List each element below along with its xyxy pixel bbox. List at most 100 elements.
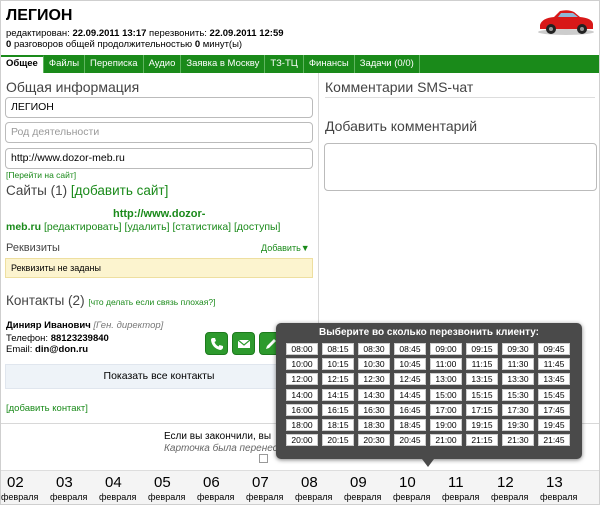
time-slot[interactable]: 20:15	[322, 434, 354, 447]
time-slot[interactable]: 16:45	[394, 403, 426, 416]
tab-correspondence[interactable]: Переписка	[85, 55, 144, 73]
time-slot[interactable]: 17:15	[466, 403, 498, 416]
time-slot[interactable]: 15:00	[430, 388, 462, 401]
time-slot[interactable]: 18:00	[286, 419, 318, 431]
edit-meta: редактирован: 22.09.2011 13:17 перезвони…	[6, 28, 284, 39]
time-slot[interactable]: 10:45	[394, 358, 426, 371]
add-site-link[interactable]: [добавить сайт]	[71, 183, 168, 198]
tab-files[interactable]: Файлы	[44, 55, 86, 73]
time-slot[interactable]: 16:00	[286, 403, 318, 416]
time-slot[interactable]: 12:15	[322, 373, 354, 386]
client-card: ЛЕГИОН редактирован: 22.09.2011 13:17 пе…	[0, 0, 600, 505]
site-stats-link[interactable]: [статистика]	[172, 221, 231, 233]
time-slot[interactable]: 08:30	[358, 343, 390, 355]
time-slot[interactable]: 09:00	[430, 343, 462, 355]
time-slot[interactable]: 08:45	[394, 343, 426, 355]
client-name-input[interactable]: ЛЕГИОН	[5, 97, 313, 118]
time-slot[interactable]: 10:00	[286, 358, 318, 371]
site-delete-link[interactable]: [удалить]	[125, 221, 170, 233]
tab-tasks[interactable]: Задачи (0/0)	[355, 55, 420, 73]
site-url-link-cont[interactable]: meb.ru	[6, 221, 41, 233]
show-all-contacts-button[interactable]: Показать все контакты	[5, 364, 313, 389]
site-url-link[interactable]: http://www.dozor-	[113, 208, 205, 220]
time-slot[interactable]: 14:45	[394, 388, 426, 401]
contact-email: Email: din@don.ru	[6, 344, 89, 355]
time-slot[interactable]: 21:00	[430, 434, 462, 447]
time-slot[interactable]: 18:15	[322, 419, 354, 431]
time-slot[interactable]: 18:45	[394, 419, 426, 431]
red-car-icon	[538, 10, 594, 35]
time-slot[interactable]: 10:15	[322, 358, 354, 371]
time-slot[interactable]: 11:00	[430, 358, 462, 371]
time-slot[interactable]: 08:00	[286, 343, 318, 355]
site-access-link[interactable]: [доступы]	[234, 221, 280, 233]
time-slot[interactable]: 19:30	[502, 419, 534, 431]
time-slot[interactable]: 15:15	[466, 388, 498, 401]
site-input[interactable]: http://www.dozor-meb.ru	[5, 148, 313, 169]
time-slot[interactable]: 10:30	[358, 358, 390, 371]
time-slot[interactable]: 20:00	[286, 434, 318, 447]
time-slot[interactable]: 13:15	[466, 373, 498, 386]
date-item[interactable]: 13 февраля	[540, 474, 596, 503]
time-slot[interactable]: 11:30	[502, 358, 534, 371]
time-slot[interactable]: 17:45	[538, 403, 570, 416]
time-slot[interactable]: 14:15	[322, 388, 354, 401]
time-slot[interactable]: 13:30	[502, 373, 534, 386]
time-slot[interactable]: 09:15	[466, 343, 498, 355]
sites-title: Сайты (1) [добавить сайт]	[6, 183, 169, 198]
time-slot[interactable]: 11:15	[466, 358, 498, 371]
date-strip: 02 февраля 03 февраля 04 февраля 05 февраля …	[1, 470, 599, 504]
add-requisites-dropdown[interactable]: Добавить▼	[261, 243, 310, 253]
add-contact-link[interactable]: [добавить контакт]	[6, 403, 88, 414]
time-slot[interactable]: 21:30	[502, 434, 534, 447]
tab-finance[interactable]: Финансы	[304, 55, 355, 73]
move-checkbox[interactable]	[259, 454, 268, 463]
time-slot[interactable]: 09:45	[538, 343, 570, 355]
time-slot[interactable]: 19:45	[538, 419, 570, 431]
goto-site-link[interactable]: [Перейти на сайт]	[6, 170, 76, 180]
popup-arrow	[422, 459, 434, 467]
requisites-empty-box: Реквизиты не заданы	[5, 258, 313, 278]
time-slot[interactable]: 11:45	[538, 358, 570, 371]
tab-general[interactable]: Общее	[1, 55, 44, 73]
moved-text: Карточка была перенесе	[164, 443, 284, 454]
tab-audio[interactable]: Аудио	[144, 55, 182, 73]
contact-name: Динияр Иванович [Ген. директор]	[6, 320, 164, 331]
site-edit-link[interactable]: [редактировать]	[44, 221, 122, 233]
email-button[interactable]	[232, 332, 255, 355]
contact-role: [Ген. директор]	[93, 320, 164, 331]
time-slot[interactable]: 12:30	[358, 373, 390, 386]
time-slot[interactable]: 13:45	[538, 373, 570, 386]
activity-input[interactable]: Род деятельности	[5, 122, 313, 143]
time-slot[interactable]: 21:15	[466, 434, 498, 447]
time-slot[interactable]: 14:30	[358, 388, 390, 401]
time-slot[interactable]: 19:15	[466, 419, 498, 431]
tab-moscow-request[interactable]: Заявка в Москву	[181, 55, 266, 73]
time-slot[interactable]: 21:45	[538, 434, 570, 447]
time-slot[interactable]: 16:30	[358, 403, 390, 416]
time-slot[interactable]: 15:30	[502, 388, 534, 401]
comments-title: Комментарии SMS-чат	[325, 79, 474, 95]
time-slot[interactable]: 20:30	[358, 434, 390, 447]
general-info-title: Общая информация	[6, 79, 140, 95]
tab-bar: Общее Файлы Переписка Аудио Заявка в Мос…	[1, 55, 599, 73]
time-slot[interactable]: 17:30	[502, 403, 534, 416]
time-slot[interactable]: 16:15	[322, 403, 354, 416]
time-slot[interactable]: 09:30	[502, 343, 534, 355]
time-slot[interactable]: 15:45	[538, 388, 570, 401]
comment-textarea[interactable]	[324, 143, 597, 191]
comments-divider	[325, 97, 595, 98]
time-slot[interactable]: 12:00	[286, 373, 318, 386]
call-button[interactable]	[205, 332, 228, 355]
time-slot[interactable]: 13:00	[430, 373, 462, 386]
time-slot[interactable]: 14:00	[286, 388, 318, 401]
time-slot[interactable]: 08:15	[322, 343, 354, 355]
time-slot[interactable]: 20:45	[394, 434, 426, 447]
time-slot[interactable]: 12:45	[394, 373, 426, 386]
tab-tz-tc[interactable]: ТЗ-ТЦ	[265, 55, 304, 73]
time-slot[interactable]: 17:00	[430, 403, 462, 416]
time-slot[interactable]: 19:00	[430, 419, 462, 431]
bad-connection-link[interactable]: [что делать если связь плохая?]	[88, 297, 215, 307]
finish-text: Если вы закончили, вы	[164, 431, 272, 442]
time-slot[interactable]: 18:30	[358, 419, 390, 431]
